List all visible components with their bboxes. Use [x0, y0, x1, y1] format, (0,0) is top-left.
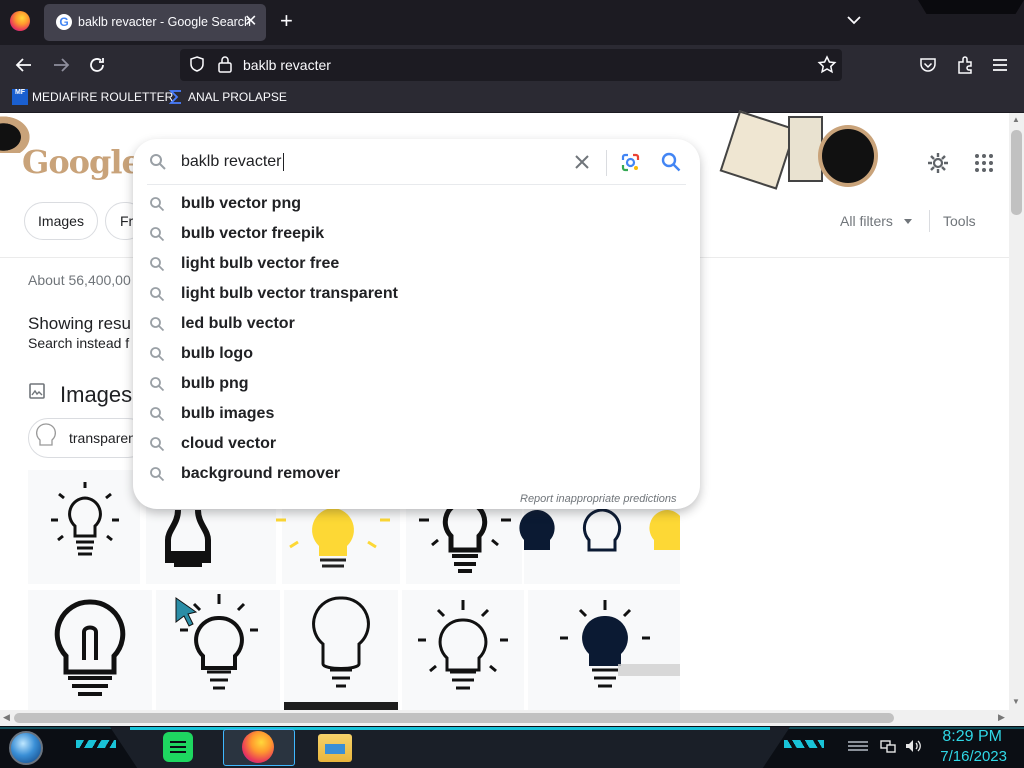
search-icon: [150, 197, 165, 212]
pocket-icon[interactable]: [918, 55, 938, 75]
hamburger-menu-icon[interactable]: [990, 55, 1010, 75]
window-frame-decoration: [918, 0, 1024, 14]
sigma-icon: [168, 90, 181, 104]
suggestion-item[interactable]: light bulb vector free: [181, 255, 339, 273]
tab-title: baklb revacter - Google Search: [78, 15, 252, 29]
divider: [929, 210, 930, 232]
google-favicon-icon: G: [56, 14, 72, 30]
clock-date[interactable]: 7/16/2023: [930, 748, 1007, 765]
start-button[interactable]: [9, 731, 43, 765]
search-icon: [150, 377, 165, 392]
apps-grid-icon[interactable]: [974, 153, 994, 173]
network-icon[interactable]: [880, 738, 896, 754]
gear-icon[interactable]: [926, 151, 950, 175]
scroll-left-icon[interactable]: ◀: [3, 712, 10, 723]
report-predictions-link[interactable]: Report inappropriate predictions: [520, 493, 677, 505]
chevron-down-icon[interactable]: [845, 11, 863, 29]
notepad-app-icon[interactable]: [163, 732, 193, 762]
suggestion-item[interactable]: bulb vector png: [181, 195, 301, 213]
search-icon: [150, 287, 165, 302]
search-icon: [150, 467, 165, 482]
mediafire-icon: MF: [12, 89, 28, 105]
image-icon: [29, 383, 45, 399]
firefox-menu-icon[interactable]: [10, 11, 30, 31]
results-count: About 56,400,00: [28, 272, 131, 288]
scroll-right-icon[interactable]: ▶: [998, 712, 1005, 723]
suggestion-item[interactable]: background remover: [181, 465, 340, 483]
search-submit-icon[interactable]: [661, 152, 681, 172]
caret-down-icon: [904, 219, 912, 224]
google-doodle-logo[interactable]: Google: [22, 143, 142, 181]
notepad-lines: [170, 741, 186, 743]
tools-button[interactable]: Tools: [943, 213, 976, 229]
back-arrow-icon[interactable]: [12, 53, 36, 77]
taskbar-decoration: [784, 740, 824, 748]
taskbar-center-panel: [110, 727, 790, 768]
divider: [606, 150, 607, 176]
reload-icon[interactable]: [85, 53, 109, 77]
lock-icon[interactable]: [217, 55, 233, 73]
close-tab-icon[interactable]: ✕: [244, 11, 257, 31]
search-icon: [150, 227, 165, 242]
bookmark-mediafire-rouletter[interactable]: MEDIAFIRE ROULETTER: [32, 90, 173, 104]
new-tab-button[interactable]: +: [280, 9, 293, 33]
search-icon: [150, 407, 165, 422]
image-filter-chip-label: transparen: [69, 430, 136, 446]
chip-images[interactable]: Images: [24, 202, 98, 240]
scroll-down-icon[interactable]: ▼: [1012, 697, 1020, 706]
clock-time[interactable]: 8:29 PM: [930, 728, 1002, 746]
dropdown-divider: [147, 184, 686, 185]
volume-icon[interactable]: [904, 738, 922, 754]
suggestion-item[interactable]: bulb images: [181, 405, 274, 423]
google-lens-icon[interactable]: [620, 152, 641, 173]
scroll-up-icon[interactable]: ▲: [1012, 115, 1020, 124]
suggestion-item[interactable]: led bulb vector: [181, 315, 295, 333]
firefox-taskbar-icon[interactable]: [242, 731, 274, 763]
search-icon: [150, 257, 165, 272]
horizontal-scrollbar-thumb[interactable]: [14, 713, 894, 723]
doodle-character-art: [818, 125, 878, 187]
taskbar-decoration: [848, 741, 868, 753]
vertical-scrollbar-thumb[interactable]: [1011, 130, 1022, 215]
all-filters-button[interactable]: All filters: [840, 213, 893, 229]
file-explorer-window: [325, 744, 345, 754]
images-heading: Images: [60, 382, 133, 407]
forward-arrow-icon[interactable]: [49, 53, 73, 77]
showing-results-text: Showing resu: [28, 314, 132, 333]
bookmark-anal-prolapse[interactable]: ANAL PROLAPSE: [188, 90, 287, 104]
suggestion-item[interactable]: light bulb vector transparent: [181, 285, 398, 303]
clear-search-icon[interactable]: [573, 153, 591, 171]
search-icon: [150, 347, 165, 362]
suggestion-item[interactable]: bulb vector freepik: [181, 225, 324, 243]
bulb-thumb-icon: [36, 423, 56, 446]
search-icon: [150, 317, 165, 332]
search-input[interactable]: baklb revacter: [181, 153, 284, 171]
taskbar-decoration: [76, 740, 116, 748]
search-icon: [150, 437, 165, 452]
extensions-icon[interactable]: [955, 55, 975, 75]
search-icon: [150, 154, 166, 170]
url-text[interactable]: baklb revacter: [243, 57, 331, 73]
shield-icon[interactable]: [188, 55, 206, 73]
bookmark-star-icon[interactable]: [817, 55, 837, 75]
suggestion-item[interactable]: bulb png: [181, 375, 249, 393]
suggestion-item[interactable]: bulb logo: [181, 345, 253, 363]
search-instead-link[interactable]: Search instead f: [28, 335, 129, 351]
suggestion-item[interactable]: cloud vector: [181, 435, 276, 453]
